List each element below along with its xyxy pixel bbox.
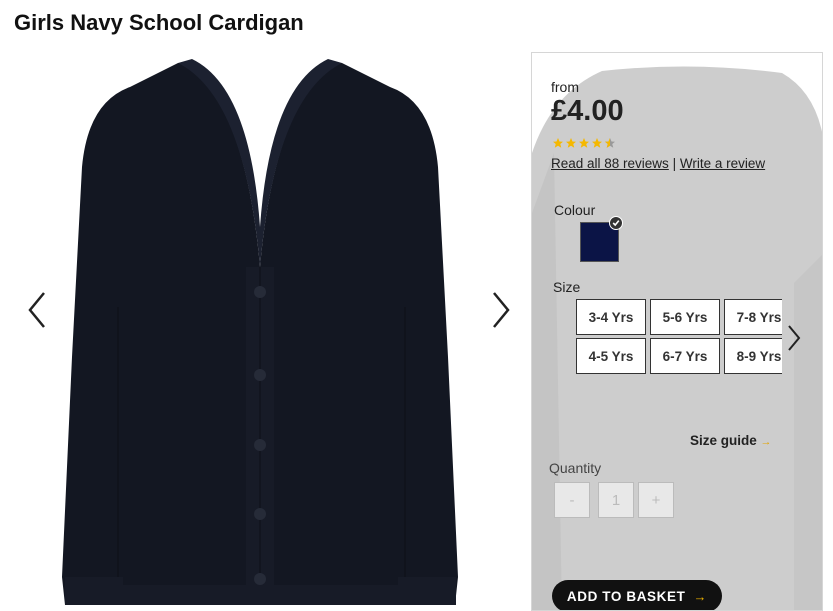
half-star-icon bbox=[605, 138, 615, 148]
selected-check-icon bbox=[609, 216, 623, 230]
add-to-basket-label: ADD TO BASKET bbox=[566, 588, 686, 604]
size-options: 3-4 Yrs 5-6 Yrs 7-8 Yrs 4-5 Yrs 6-7 Yrs … bbox=[576, 299, 782, 375]
quantity-label: Quantity bbox=[549, 460, 602, 476]
panel-content: from £4.00 Read all 88 reviews | Write a… bbox=[532, 53, 822, 610]
quantity-decrease-button[interactable]: - bbox=[554, 482, 590, 518]
size-guide-link[interactable]: Size guide → bbox=[690, 433, 772, 448]
size-option-5-6[interactable]: 5-6 Yrs bbox=[650, 299, 720, 335]
cardigan-image bbox=[62, 59, 458, 605]
size-option-8-9[interactable]: 8-9 Yrs bbox=[724, 338, 782, 374]
size-guide-label: Size guide bbox=[690, 433, 757, 448]
price: £4.00 bbox=[551, 95, 624, 127]
product-options-panel: from £4.00 Read all 88 reviews | Write a… bbox=[531, 52, 823, 611]
size-option-4-5[interactable]: 4-5 Yrs bbox=[576, 338, 646, 374]
size-label: Size bbox=[553, 279, 581, 295]
price-prefix: from bbox=[551, 79, 579, 95]
star-icon bbox=[566, 138, 576, 148]
product-gallery bbox=[0, 55, 530, 611]
arrow-right-icon: → bbox=[760, 436, 772, 448]
size-option-3-4[interactable]: 3-4 Yrs bbox=[576, 299, 646, 335]
product-title: Girls Navy School Cardigan bbox=[14, 10, 304, 35]
size-option-7-8[interactable]: 7-8 Yrs bbox=[724, 299, 782, 335]
star-icon bbox=[592, 138, 602, 148]
product-page: Girls Navy School Cardigan from £4.00 Re… bbox=[0, 0, 833, 611]
reviews-row: Read all 88 reviews | Write a review bbox=[551, 156, 765, 171]
sizes-next-arrow-icon[interactable] bbox=[785, 321, 803, 355]
gallery-prev-arrow-icon[interactable] bbox=[22, 285, 52, 335]
write-review-link[interactable]: Write a review bbox=[680, 156, 765, 171]
reviews-separator: | bbox=[672, 156, 677, 171]
colour-label: Colour bbox=[554, 202, 596, 218]
quantity-input[interactable]: 1 bbox=[598, 482, 634, 518]
star-icon bbox=[579, 138, 589, 148]
arrow-right-icon: → bbox=[693, 588, 708, 604]
read-reviews-link[interactable]: Read all 88 reviews bbox=[551, 156, 669, 171]
star-icon bbox=[553, 138, 563, 148]
rating-stars bbox=[552, 137, 616, 151]
add-to-basket-button[interactable]: ADD TO BASKET → bbox=[552, 580, 722, 610]
size-option-6-7[interactable]: 6-7 Yrs bbox=[650, 338, 720, 374]
gallery-next-arrow-icon[interactable] bbox=[486, 285, 516, 335]
quantity-increase-button[interactable]: + bbox=[638, 482, 674, 518]
